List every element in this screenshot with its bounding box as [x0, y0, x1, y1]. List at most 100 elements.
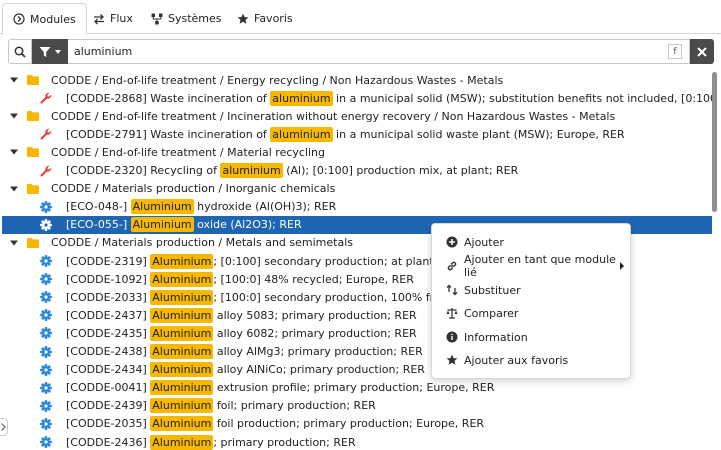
- tab-bar: Modules Flux Systèmes Favoris: [0, 0, 721, 35]
- network-icon: [151, 13, 163, 24]
- module-label-prefix: [CODDE-2436]: [66, 435, 151, 449]
- tree-module-row[interactable]: [ECO-048-] Aluminium hydroxide (Al(OH)3)…: [2, 198, 712, 216]
- module-label: [CODDE-0041] Aluminium extrusion profile…: [66, 380, 495, 396]
- tab-flux[interactable]: Flux: [83, 3, 143, 34]
- star-icon: [237, 13, 249, 24]
- search-highlight: Aluminium: [150, 398, 214, 414]
- search-button[interactable]: [8, 39, 32, 64]
- info-circle-icon: [446, 331, 458, 343]
- tab-modules[interactable]: Modules: [2, 3, 87, 35]
- context-menu-add-as-linked-module-button[interactable]: Ajouter en tant que module lié: [432, 253, 630, 279]
- gear-icon: [40, 273, 52, 286]
- module-label-prefix: [CODDE-2791] Waste incineration of: [66, 127, 271, 141]
- module-label: [CODDE-2319] Aluminium; [0:100] secondar…: [66, 253, 434, 269]
- search-highlight: Aluminium: [150, 434, 214, 450]
- tree-module-row[interactable]: [CODDE-2868] Waste incineration of alumi…: [2, 89, 712, 107]
- folder-label: CODDE / End-of-life treatment / Energy r…: [51, 73, 504, 87]
- star-icon: [446, 354, 458, 365]
- module-label-suffix: in a municipal solid waste plant (MSW); …: [332, 127, 625, 141]
- tree-folder-row[interactable]: CODDE / End-of-life treatment / Incinera…: [2, 107, 712, 125]
- folder-icon: [27, 183, 39, 194]
- vertical-scrollbar[interactable]: [712, 72, 717, 212]
- tab-systemes[interactable]: Systèmes: [141, 3, 232, 34]
- context-menu-item-label: Ajouter aux favoris: [464, 353, 569, 367]
- search-bar: f: [8, 39, 714, 64]
- chevron-right-icon: [0, 423, 6, 431]
- caret-down-icon[interactable]: [10, 112, 18, 120]
- context-menu-substitute-button[interactable]: Substituer: [432, 279, 630, 301]
- context-menu-information-button[interactable]: Information: [432, 326, 630, 348]
- gear-icon: [40, 218, 52, 231]
- search-highlight: Aluminium: [150, 344, 214, 359]
- panel-collapse-handle[interactable]: [0, 418, 8, 436]
- tab-favoris[interactable]: Favoris: [227, 3, 303, 34]
- module-label-suffix: ; [100:0] 48% recycled; Europe, RER: [213, 272, 414, 286]
- module-label-prefix: [CODDE-2035]: [66, 417, 151, 431]
- search-highlight: aluminium: [220, 163, 283, 178]
- module-label-prefix: [CODDE-2320] Recycling of: [66, 164, 221, 177]
- folder-icon: [27, 75, 39, 85]
- module-label-suffix: oxide (Al2O3); RER: [193, 218, 302, 232]
- module-label-suffix: alloy 6082; primary production; RER: [213, 326, 417, 340]
- gear-icon: [40, 436, 52, 448]
- context-menu-item-label: Ajouter: [464, 235, 504, 249]
- module-label-suffix: extrusion profile; primary production; E…: [213, 381, 495, 395]
- module-label-prefix: [CODDE-2319]: [66, 254, 151, 268]
- tree-module-row[interactable]: [CODDE-2791] Waste incineration of alumi…: [2, 125, 712, 143]
- module-label: [CODDE-2439] Aluminium foil; primary pro…: [66, 398, 376, 414]
- tree-module-row[interactable]: [CODDE-2320] Recycling of aluminium (Al)…: [2, 162, 712, 180]
- substitute-icon: [446, 284, 458, 296]
- module-label-suffix: ; [0:100] secondary production; at plant: [213, 254, 434, 268]
- formula-toggle[interactable]: f: [668, 44, 682, 59]
- module-label: [CODDE-2437] Aluminium alloy 5083; prima…: [66, 307, 417, 323]
- module-label-prefix: [CODDE-1092]: [66, 272, 151, 286]
- module-label-suffix: ; primary production; RER: [213, 435, 356, 449]
- gear-icon: [40, 417, 52, 430]
- module-label-suffix: alloy AlNiCo; primary production; RER: [213, 363, 425, 377]
- folder-label: CODDE / End-of-life treatment / Material…: [51, 145, 326, 159]
- wrench-icon: [40, 129, 52, 140]
- context-menu-add-to-favorites-button[interactable]: Ajouter aux favoris: [432, 349, 630, 371]
- search-highlight: Aluminium: [150, 307, 214, 323]
- gear-icon: [40, 399, 52, 412]
- gear-icon: [40, 381, 52, 394]
- search-input[interactable]: [68, 39, 690, 64]
- tree-module-row[interactable]: [CODDE-2439] Aluminium foil; primary pro…: [2, 397, 712, 415]
- module-label-suffix: alloy 5083; primary production; RER: [213, 308, 417, 322]
- module-label-suffix: alloy AlMg3; primary production; RER: [213, 345, 423, 358]
- module-label: [CODDE-2434] Aluminium alloy AlNiCo; pri…: [66, 362, 425, 378]
- tree-folder-row[interactable]: CODDE / End-of-life treatment / Energy r…: [2, 71, 712, 89]
- caret-down-icon[interactable]: [10, 148, 18, 156]
- module-label: [CODDE-2320] Recycling of aluminium (Al)…: [66, 163, 518, 178]
- wrench-icon: [40, 165, 52, 177]
- module-label: [CODDE-2035] Aluminium foil production; …: [66, 416, 484, 432]
- tree-folder-row[interactable]: CODDE / End-of-life treatment / Material…: [2, 143, 712, 161]
- gear-icon: [40, 255, 52, 267]
- search-highlight: aluminium: [270, 90, 333, 106]
- context-menu-add-button[interactable]: Ajouter: [432, 231, 630, 253]
- module-label-prefix: [CODDE-2033]: [66, 290, 151, 304]
- folder-label: CODDE / End-of-life treatment / Incinera…: [51, 109, 616, 123]
- formula-toggle-label: f: [673, 46, 677, 57]
- tree-module-row[interactable]: [CODDE-2035] Aluminium foil production; …: [2, 415, 712, 433]
- caret-down-icon[interactable]: [10, 185, 18, 193]
- filter-icon: [39, 46, 51, 57]
- tree-module-row[interactable]: [CODDE-0041] Aluminium extrusion profile…: [2, 379, 712, 397]
- module-label: [CODDE-2868] Waste incineration of alumi…: [66, 90, 712, 106]
- module-label: [CODDE-2436] Aluminium; primary producti…: [66, 434, 356, 450]
- filter-dropdown-button[interactable]: [32, 39, 68, 64]
- folder-label: CODDE / Materials production / Metals an…: [51, 236, 353, 250]
- context-menu-compare-button[interactable]: Comparer: [432, 302, 630, 324]
- tree-folder-row[interactable]: CODDE / Materials production / Inorganic…: [2, 180, 712, 198]
- module-label-prefix: [CODDE-2438]: [66, 345, 151, 358]
- caret-down-icon[interactable]: [10, 239, 18, 247]
- module-label-prefix: [CODDE-2434]: [66, 363, 151, 377]
- search-highlight: Aluminium: [130, 199, 194, 215]
- tree-module-row[interactable]: [CODDE-2436] Aluminium; primary producti…: [2, 433, 712, 450]
- caret-down-icon[interactable]: [10, 76, 18, 84]
- search-highlight: Aluminium: [150, 271, 214, 287]
- module-label: [CODDE-2438] Aluminium alloy AlMg3; prim…: [66, 344, 423, 359]
- search-icon: [14, 46, 26, 58]
- clear-search-button[interactable]: [690, 39, 714, 64]
- search-highlight: Aluminium: [150, 380, 214, 396]
